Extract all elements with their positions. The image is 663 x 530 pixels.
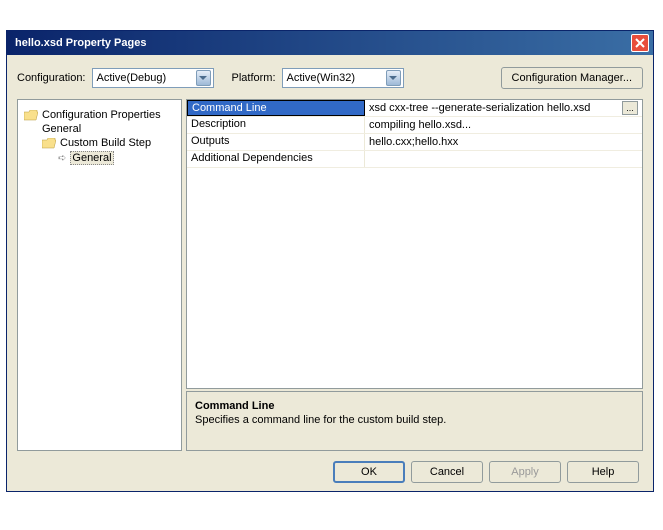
platform-value: Active(Win32)	[287, 72, 386, 84]
grid-property-name: Command Line	[187, 100, 365, 116]
tree-item-general-build[interactable]: ➪ General	[22, 150, 177, 166]
grid-row-additional-dependencies[interactable]: Additional Dependencies	[187, 151, 642, 168]
grid-property-name: Outputs	[187, 134, 365, 150]
platform-label: Platform:	[232, 72, 276, 84]
ok-button[interactable]: OK	[333, 461, 405, 483]
grid-property-name: Additional Dependencies	[187, 151, 365, 167]
dialog-buttons: OK Cancel Apply Help	[17, 461, 643, 483]
description-title: Command Line	[195, 400, 634, 412]
grid-property-value[interactable]	[365, 151, 642, 167]
cancel-button[interactable]: Cancel	[411, 461, 483, 483]
grid-property-value[interactable]: compiling hello.xsd...	[365, 117, 642, 133]
titlebar: hello.xsd Property Pages	[7, 31, 653, 55]
description-text: Specifies a command line for the custom …	[195, 414, 634, 426]
tree-panel: Configuration Properties General Custom …	[17, 99, 182, 451]
right-pane: Command Line xsd cxx-tree --generate-ser…	[186, 99, 643, 451]
close-button[interactable]	[631, 34, 649, 52]
configuration-manager-button[interactable]: Configuration Manager...	[501, 67, 643, 89]
grid-property-value[interactable]: xsd cxx-tree --generate-serialization he…	[365, 100, 642, 116]
tree-label: General	[42, 123, 81, 135]
property-grid: Command Line xsd cxx-tree --generate-ser…	[186, 99, 643, 389]
tree-item-configuration-properties[interactable]: Configuration Properties	[22, 108, 177, 122]
close-icon	[635, 38, 645, 48]
grid-row-description[interactable]: Description compiling hello.xsd...	[187, 117, 642, 134]
configuration-dropdown[interactable]: Active(Debug)	[92, 68, 214, 88]
window-title: hello.xsd Property Pages	[11, 37, 631, 49]
grid-property-name: Description	[187, 117, 365, 133]
grid-row-command-line[interactable]: Command Line xsd cxx-tree --generate-ser…	[187, 100, 642, 117]
configuration-row: Configuration: Active(Debug) Platform: A…	[17, 67, 643, 89]
folder-open-icon	[24, 110, 38, 121]
help-button[interactable]: Help	[567, 461, 639, 483]
ellipsis-button[interactable]: ...	[622, 101, 638, 115]
configuration-label: Configuration:	[17, 72, 86, 84]
grid-property-value[interactable]: hello.cxx;hello.hxx	[365, 134, 642, 150]
grid-row-outputs[interactable]: Outputs hello.cxx;hello.hxx	[187, 134, 642, 151]
main-area: Configuration Properties General Custom …	[17, 99, 643, 451]
tree-item-general[interactable]: General	[22, 122, 177, 136]
chevron-down-icon	[386, 70, 401, 86]
dialog-content: Configuration: Active(Debug) Platform: A…	[7, 55, 653, 493]
property-pages-dialog: hello.xsd Property Pages Configuration: …	[6, 30, 654, 492]
tree-label: Configuration Properties	[42, 109, 161, 121]
chevron-down-icon	[196, 70, 211, 86]
apply-button[interactable]: Apply	[489, 461, 561, 483]
arrow-icon: ➪	[58, 153, 66, 164]
description-panel: Command Line Specifies a command line fo…	[186, 391, 643, 451]
configuration-value: Active(Debug)	[97, 72, 196, 84]
folder-open-icon	[42, 138, 56, 149]
tree-label: General	[70, 151, 113, 165]
tree-label: Custom Build Step	[60, 137, 151, 149]
tree-item-custom-build-step[interactable]: Custom Build Step	[22, 136, 177, 150]
platform-dropdown[interactable]: Active(Win32)	[282, 68, 404, 88]
